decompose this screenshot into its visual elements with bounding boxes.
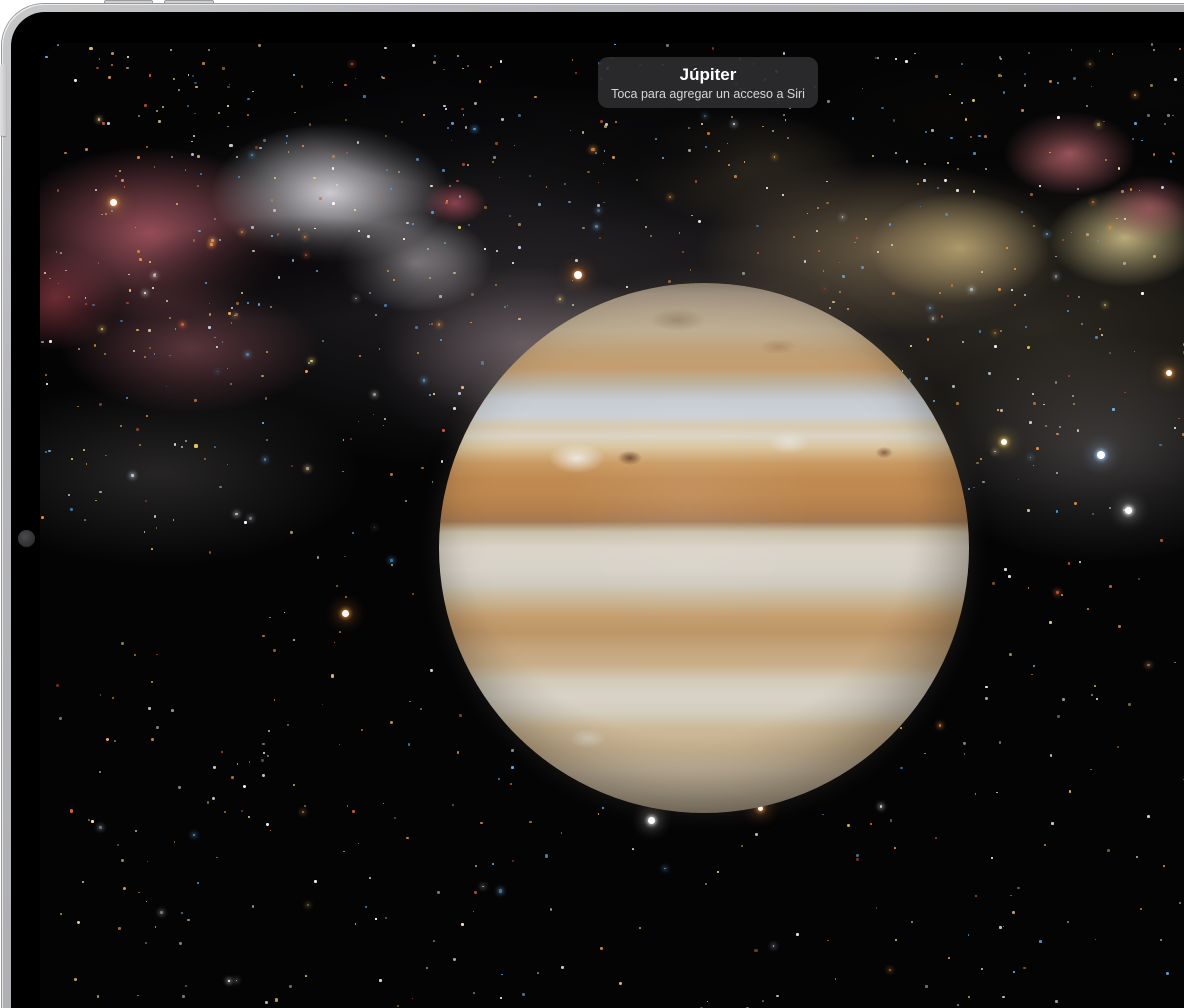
- siri-shortcut-tooltip[interactable]: Júpiter Toca para agregar un acceso a Si…: [598, 57, 818, 108]
- bright-star: [574, 271, 582, 279]
- bright-star: [342, 610, 349, 617]
- bright-star: [1125, 507, 1132, 514]
- top-side-button[interactable]: [0, 64, 6, 136]
- bright-star: [1166, 370, 1172, 376]
- ipad-device: Júpiter Toca para agregar un acceso a Si…: [0, 0, 1184, 1008]
- bright-star: [1097, 451, 1105, 459]
- tooltip-title: Júpiter: [680, 65, 737, 85]
- planet-jupiter[interactable]: [439, 283, 969, 813]
- front-camera-icon: [18, 530, 35, 547]
- bright-star: [110, 199, 117, 206]
- ar-space-screen[interactable]: Júpiter Toca para agregar un acceso a Si…: [40, 43, 1184, 1008]
- bright-star: [648, 817, 655, 824]
- tooltip-subtitle: Toca para agregar un acceso a Siri: [611, 87, 805, 101]
- bright-star: [1001, 439, 1007, 445]
